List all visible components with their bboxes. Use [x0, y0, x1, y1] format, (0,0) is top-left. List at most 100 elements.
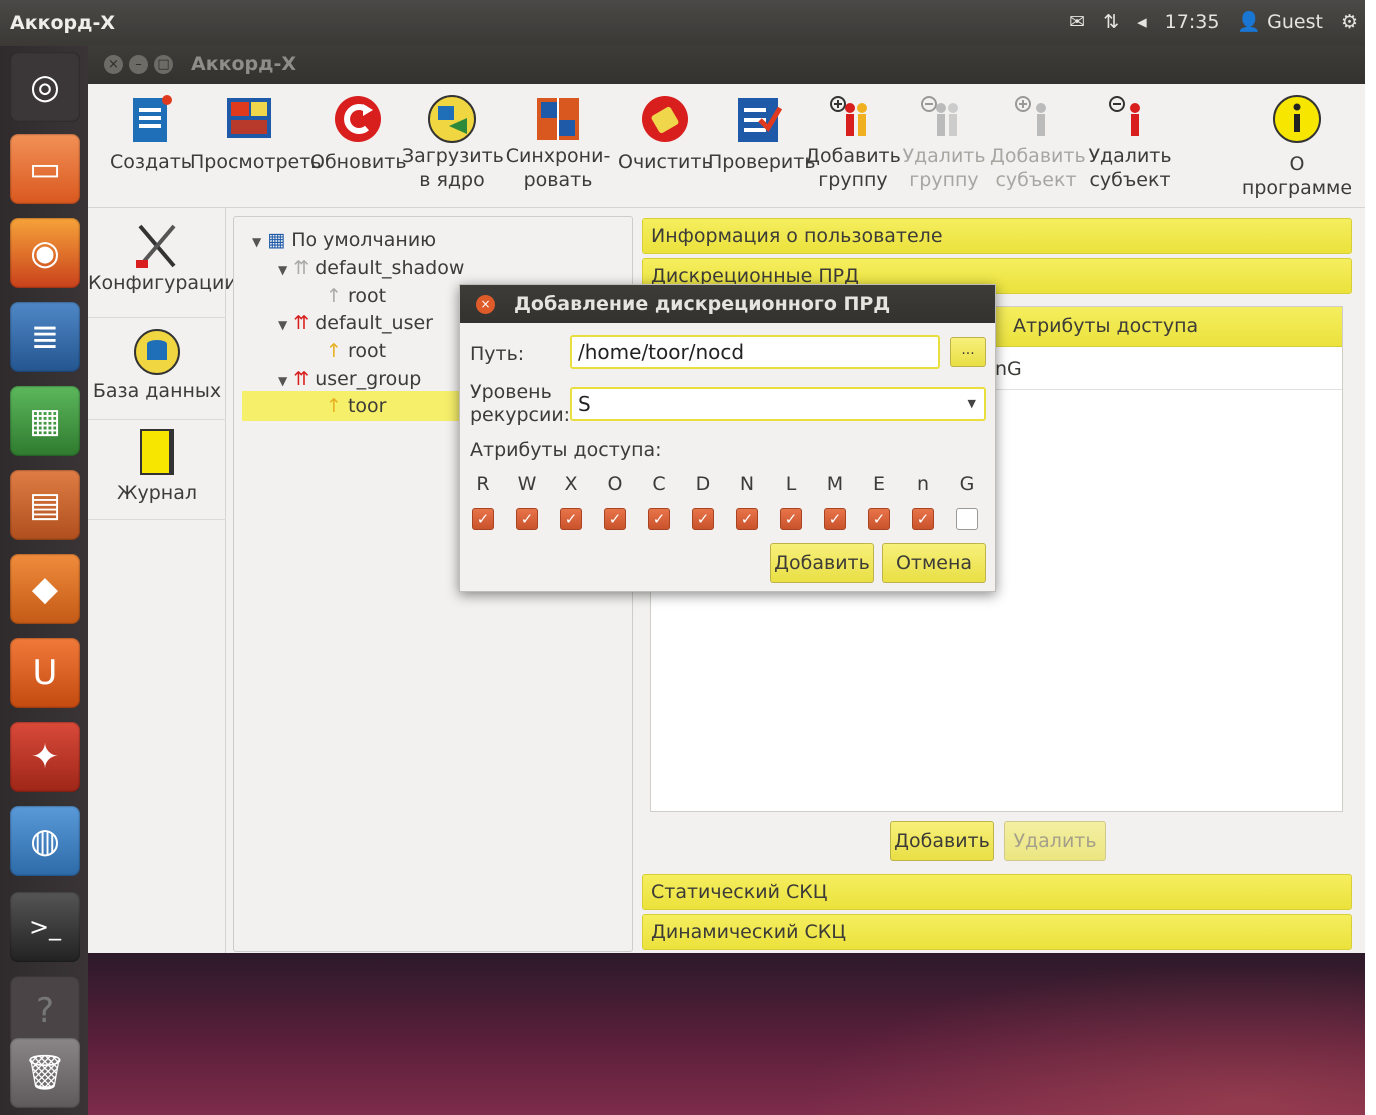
dash-home-icon[interactable]: ◎	[10, 52, 80, 122]
nav-journal[interactable]: Журнал	[88, 422, 226, 520]
expand-arrow-icon[interactable]: ▼	[278, 374, 287, 388]
remove-group-button[interactable]: Удалить группу	[898, 92, 990, 192]
attr-checkbox[interactable]: ✓	[560, 508, 582, 530]
attr-checkbox[interactable]: ✓	[516, 508, 538, 530]
create-button[interactable]: Создать	[106, 92, 196, 174]
close-icon[interactable]: ×	[476, 295, 495, 314]
firefox-icon[interactable]: ◉	[10, 218, 80, 288]
tree-node-root-1[interactable]: ↑ root	[326, 285, 386, 307]
software-center-icon[interactable]: ◆	[10, 554, 80, 624]
tree-label: root	[347, 340, 387, 362]
clear-button[interactable]: Очистить	[618, 92, 713, 174]
mail-icon[interactable]: ✉	[1069, 11, 1085, 33]
about-button[interactable]: О программе	[1232, 92, 1362, 200]
add-rule-button[interactable]: Добавить	[890, 821, 994, 861]
tree-node-user-group[interactable]: ▼ ⇈ user_group	[278, 368, 421, 390]
sync-button[interactable]: Синхрони- ровать	[498, 92, 618, 192]
user-menu[interactable]: 👤 Guest	[1237, 10, 1323, 33]
attr-checkbox[interactable]: ✓	[648, 508, 670, 530]
journal-icon	[88, 422, 226, 482]
remove-subject-button[interactable]: Удалить субъект	[1082, 92, 1178, 192]
add-group-button[interactable]: Добавить группу	[804, 92, 902, 192]
calc-icon[interactable]: ▦	[10, 386, 80, 456]
gear-icon[interactable]: ⚙	[1341, 11, 1358, 33]
tree-label: По умолчанию	[291, 229, 437, 251]
column-header-access-attrs[interactable]: Атрибуты доступа	[1013, 315, 1198, 337]
section-dynamic-skc[interactable]: Динамический СКЦ	[642, 914, 1352, 950]
refresh-icon	[331, 92, 385, 146]
load-kernel-icon	[425, 92, 479, 146]
attr-checkbox[interactable]: ✓	[824, 508, 846, 530]
check-label: Проверить	[708, 151, 816, 173]
recursion-value: S	[578, 392, 591, 416]
access-attrs-label: Атрибуты доступа:	[470, 439, 662, 461]
attr-label: D	[695, 473, 711, 495]
attr-checkbox[interactable]: ✓	[736, 508, 758, 530]
files-icon[interactable]: ▭	[10, 134, 80, 204]
expand-arrow-icon[interactable]: ▼	[252, 235, 261, 249]
unknown-app-icon[interactable]: ?	[10, 976, 80, 1046]
attr-checkbox[interactable]: ✓	[868, 508, 890, 530]
attr-label: G	[959, 473, 975, 495]
nav-configurations[interactable]: Конфигурации	[88, 214, 237, 318]
remove-subject-icon	[1103, 92, 1157, 146]
attr-label: E	[872, 473, 885, 495]
tree-node-default-user[interactable]: ▼ ⇈ default_user	[278, 312, 433, 334]
add-subject-label: Добавить субъект	[990, 145, 1086, 191]
clock[interactable]: 17:35	[1165, 11, 1220, 33]
create-label: Создать	[109, 151, 193, 173]
tree-label: default_user	[315, 312, 433, 334]
attr-label: X	[564, 473, 578, 495]
attr-checkbox[interactable]: ✓	[692, 508, 714, 530]
tools-icon	[88, 214, 226, 272]
remove-rule-button[interactable]: Удалить	[1004, 821, 1106, 861]
view-button[interactable]: Просмотреть	[190, 92, 322, 174]
path-input[interactable]: /home/toor/nocd	[570, 335, 940, 369]
terminal-icon[interactable]: >_	[10, 892, 80, 962]
attr-checkbox[interactable]: ✓	[604, 508, 626, 530]
tree-label: toor	[347, 395, 387, 417]
add-subject-button[interactable]: Добавить субъект	[990, 92, 1086, 192]
ubuntu-one-icon[interactable]: U	[10, 638, 80, 708]
group-icon: ⇈	[293, 312, 310, 334]
trash-icon[interactable]: 🗑	[10, 1038, 80, 1108]
tree-node-default[interactable]: ▼ ▦ По умолчанию	[252, 229, 436, 251]
attr-checkbox[interactable]: ✓	[472, 508, 494, 530]
dialog-cancel-button[interactable]: Отмена	[882, 543, 986, 583]
impress-icon[interactable]: ▤	[10, 470, 80, 540]
network-icon[interactable]: ⇅	[1103, 11, 1119, 33]
check-button[interactable]: Проверить	[708, 92, 816, 174]
row-access-attrs: nG	[995, 358, 1022, 380]
tree-node-toor[interactable]: ↑ toor	[326, 395, 386, 417]
user-icon: 👤	[1237, 11, 1262, 33]
launcher: ◎ ▭ ◉ ≣ ▦ ▤ ◆ U ✦ ◍ >_ ? 🗑	[0, 46, 88, 1115]
section-user-info[interactable]: Информация о пользователе	[642, 218, 1352, 254]
chromium-icon[interactable]: ◍	[10, 806, 80, 876]
browse-button[interactable]: ...	[950, 337, 986, 367]
maximize-window-icon[interactable]: □	[154, 55, 173, 74]
volume-icon[interactable]: ◂	[1137, 11, 1147, 33]
view-icon	[223, 92, 277, 146]
load-kernel-button[interactable]: Загрузить в ядро	[402, 92, 504, 192]
attr-checkbox[interactable]: ✓	[780, 508, 802, 530]
expand-arrow-icon[interactable]: ▼	[278, 263, 287, 277]
attr-checkbox[interactable]	[956, 508, 978, 530]
recursion-select[interactable]: S ▼	[570, 387, 986, 421]
tree-node-default-shadow[interactable]: ▼ ⇈ default_shadow	[278, 257, 464, 279]
nav-database[interactable]: База данных	[88, 320, 226, 420]
add-group-label: Добавить группу	[805, 145, 901, 191]
refresh-button[interactable]: Обновить	[310, 92, 407, 174]
attr-checkbox[interactable]: ✓	[912, 508, 934, 530]
tree-node-root-2[interactable]: ↑ root	[326, 340, 386, 362]
database-icon	[88, 320, 226, 380]
close-window-icon[interactable]: ×	[104, 55, 123, 74]
dialog-add-button[interactable]: Добавить	[770, 543, 874, 583]
view-label: Просмотреть	[190, 151, 322, 173]
system-settings-icon[interactable]: ✦	[10, 722, 80, 792]
section-static-skc[interactable]: Статический СКЦ	[642, 874, 1352, 910]
minimize-window-icon[interactable]: –	[129, 55, 148, 74]
path-label: Путь:	[470, 343, 525, 365]
writer-icon[interactable]: ≣	[10, 302, 80, 372]
expand-arrow-icon[interactable]: ▼	[278, 318, 287, 332]
create-icon	[124, 92, 178, 146]
